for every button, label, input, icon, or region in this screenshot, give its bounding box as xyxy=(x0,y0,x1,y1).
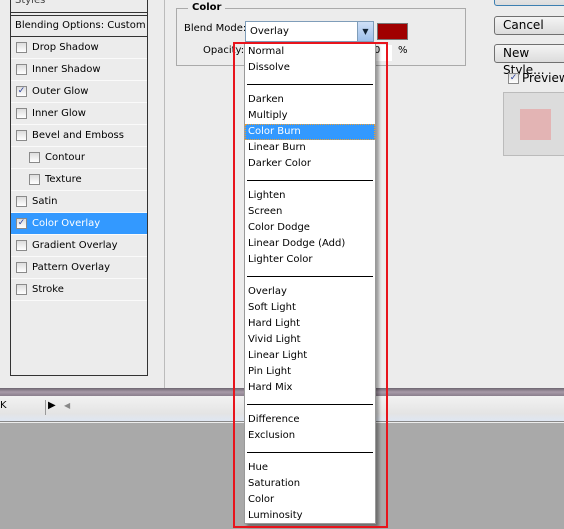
style-item-label: Texture xyxy=(45,173,82,185)
style-item[interactable]: Texture xyxy=(11,169,147,191)
style-item-label: Stroke xyxy=(32,283,64,295)
blending-options-item[interactable]: Blending Options: Custom xyxy=(11,15,147,37)
cancel-button[interactable]: Cancel xyxy=(494,16,564,35)
preview-swatch xyxy=(520,109,551,140)
style-item-label: Outer Glow xyxy=(32,85,89,97)
checkbox-icon[interactable] xyxy=(16,64,27,75)
highlight-box xyxy=(233,42,388,528)
style-item[interactable]: Inner Shadow xyxy=(11,59,147,81)
overlay-color-swatch[interactable] xyxy=(377,23,408,40)
checkbox-icon[interactable] xyxy=(16,284,27,295)
style-item-label: Contour xyxy=(45,151,85,163)
style-item[interactable]: Inner Glow xyxy=(11,103,147,125)
divider xyxy=(164,0,165,388)
status-field[interactable]: K xyxy=(0,400,46,415)
styles-header[interactable]: Styles xyxy=(11,0,147,13)
checkbox-icon[interactable] xyxy=(16,108,27,119)
style-item-label: Inner Glow xyxy=(32,107,86,119)
scroll-left-icon[interactable]: ◀ xyxy=(64,401,70,410)
new-style-button[interactable]: New Style... xyxy=(494,44,564,77)
checkbox-icon[interactable] xyxy=(29,174,40,185)
checkbox-icon[interactable] xyxy=(16,240,27,251)
style-item[interactable]: ✓ Outer Glow xyxy=(11,81,147,103)
checkbox-icon[interactable] xyxy=(16,262,27,273)
style-item-label: Color Overlay xyxy=(32,217,101,229)
style-item-label: Pattern Overlay xyxy=(32,261,111,273)
style-item[interactable]: ✓ Color Overlay xyxy=(11,213,147,235)
style-item[interactable]: Bevel and Emboss xyxy=(11,125,147,147)
checkbox-icon[interactable] xyxy=(16,42,27,53)
checkbox-icon[interactable] xyxy=(29,152,40,163)
checkbox-checked-icon[interactable]: ✓ xyxy=(16,86,27,97)
preview-label: Preview xyxy=(522,71,564,85)
style-item[interactable]: Gradient Overlay xyxy=(11,235,147,257)
color-group-title: Color xyxy=(188,2,226,13)
chevron-down-icon[interactable]: ▼ xyxy=(357,22,373,41)
blend-mode-select[interactable]: Overlay xyxy=(245,21,374,42)
style-item-label: Bevel and Emboss xyxy=(32,129,124,141)
style-item[interactable]: Pattern Overlay xyxy=(11,257,147,279)
style-item[interactable]: Stroke xyxy=(11,279,147,301)
checkbox-checked-icon[interactable]: ✓ xyxy=(16,218,27,229)
style-item-label: Gradient Overlay xyxy=(32,239,118,251)
preview-checkbox[interactable]: ✓ Preview xyxy=(508,71,564,85)
ok-button[interactable]: OK xyxy=(494,0,564,6)
style-item-label: Drop Shadow xyxy=(32,41,99,53)
checkbox-checked-icon: ✓ xyxy=(508,72,519,84)
checkbox-icon[interactable] xyxy=(16,130,27,141)
blend-mode-label: Blend Mode: xyxy=(184,23,247,34)
opacity-unit: % xyxy=(398,45,408,56)
style-item[interactable]: Contour xyxy=(11,147,147,169)
style-item-label: Inner Shadow xyxy=(32,63,101,75)
style-item[interactable]: Drop Shadow xyxy=(11,37,147,59)
play-arrow-icon[interactable]: ▶ xyxy=(48,400,58,411)
style-item-label: Satin xyxy=(32,195,58,207)
style-item[interactable]: Satin xyxy=(11,191,147,213)
styles-panel: Styles Blending Options: Custom Drop Sha… xyxy=(10,0,148,376)
checkbox-icon[interactable] xyxy=(16,196,27,207)
